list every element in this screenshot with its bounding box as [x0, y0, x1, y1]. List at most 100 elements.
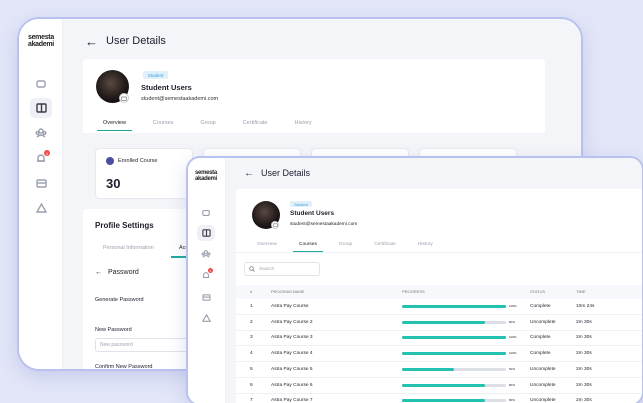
- tab-history[interactable]: History: [294, 120, 311, 126]
- camera-icon[interactable]: [271, 221, 279, 229]
- progress-fill: [402, 352, 506, 356]
- profile-settings-heading: Profile Settings: [95, 221, 154, 230]
- row-status: Complete: [530, 335, 551, 341]
- tab-certificate[interactable]: Certificate: [374, 242, 396, 247]
- progress-bar: [402, 367, 506, 371]
- user-name: Student Users: [141, 83, 192, 92]
- row-index: 2: [250, 319, 253, 325]
- row-index: 7: [250, 398, 253, 403]
- tab-courses[interactable]: Courses: [153, 120, 173, 126]
- page-title: User Details: [261, 168, 311, 178]
- row-program-name: Astra Pay Course 7: [271, 398, 313, 403]
- tab-group[interactable]: Group: [200, 120, 215, 126]
- sidebar: semesta akademi 1: [19, 19, 63, 369]
- sidebar: semesta akademi 1: [188, 158, 226, 403]
- tab-certificate[interactable]: Certificate: [243, 120, 268, 126]
- row-program-name: Astra Pay Course: [271, 304, 309, 309]
- row-progress-label: 50%: [509, 366, 516, 371]
- row-time: 2m 30s: [576, 366, 592, 372]
- back-arrow-icon[interactable]: ←: [85, 34, 98, 49]
- row-time: 2m 30s: [576, 382, 592, 388]
- row-divider: [236, 361, 642, 363]
- tab-overview[interactable]: Overview: [257, 242, 277, 247]
- tab-courses[interactable]: Courses: [293, 242, 323, 252]
- row-progress-label: 80%: [509, 319, 516, 324]
- row-status: Uncomplete: [530, 382, 556, 388]
- nav-bell-icon[interactable]: 1: [32, 149, 50, 167]
- subtab-personal[interactable]: Personal Information: [103, 245, 154, 251]
- front-window: semesta akademi 1 ← User Details Student…: [186, 156, 643, 403]
- progress-fill: [402, 383, 486, 387]
- user-tabs: Overview Courses Group Certificate Histo…: [257, 242, 433, 252]
- page-header: ← User Details: [244, 167, 310, 179]
- role-badge: Student: [290, 201, 312, 207]
- stat-label: Enrolled Course: [118, 158, 158, 164]
- confirm-password-label: Confirm New Password: [95, 364, 153, 370]
- row-time: 10m 24s: [576, 304, 595, 309]
- notification-badge: 1: [44, 150, 50, 156]
- avatar: [252, 201, 280, 229]
- user-card: Student Student Users student@semestaaka…: [83, 59, 545, 133]
- nav-book-icon[interactable]: [30, 98, 52, 118]
- user-card: Student Student Users student@semestaaka…: [236, 189, 642, 403]
- generate-password-label: Generate Password: [95, 297, 144, 303]
- role-badge: Student: [143, 71, 168, 79]
- progress-bar: [402, 352, 506, 356]
- row-status: Complete: [530, 351, 551, 357]
- row-program-name: Astra Pay Course 5: [271, 366, 313, 372]
- nav-hierarchy-icon[interactable]: [32, 199, 50, 217]
- logo: semesta akademi: [28, 34, 54, 48]
- password-back-arrow-icon[interactable]: ←: [95, 269, 102, 276]
- tab-group[interactable]: Group: [339, 242, 352, 247]
- row-status: Uncomplete: [530, 398, 556, 403]
- row-time: 2m 30s: [576, 335, 592, 341]
- row-divider: [236, 376, 642, 378]
- password-heading: ← Password: [95, 269, 139, 276]
- tab-overview[interactable]: Overview: [97, 120, 132, 131]
- course-dot: [106, 157, 114, 165]
- row-index: 3: [250, 335, 253, 341]
- search-input[interactable]: Search: [244, 262, 320, 276]
- tab-history[interactable]: History: [418, 242, 433, 247]
- page-title: User Details: [106, 35, 166, 47]
- nav-book-icon[interactable]: [197, 225, 215, 241]
- user-name: Student Users: [290, 210, 335, 217]
- row-divider: [236, 345, 642, 347]
- progress-fill: [402, 367, 454, 371]
- row-index: 6: [250, 382, 253, 388]
- nav-card-icon[interactable]: [32, 174, 50, 192]
- enrolled-course-card: Enrolled Course 30: [95, 148, 193, 199]
- row-program-name: Astra Pay Course 2: [271, 319, 313, 325]
- camera-icon[interactable]: [119, 93, 129, 103]
- page-header: ← User Details: [85, 34, 166, 49]
- col-header-progress: PROGRESS: [402, 289, 425, 294]
- row-program-name: Astra Pay Course 4: [271, 351, 313, 357]
- col-header-status: STATUS: [530, 289, 546, 294]
- col-header-index: #: [250, 289, 253, 294]
- notification-badge: 1: [208, 268, 213, 273]
- progress-bar: [402, 399, 506, 403]
- row-progress-label: 100%: [509, 351, 517, 356]
- back-arrow-icon[interactable]: ←: [244, 168, 254, 179]
- nav-bell-icon[interactable]: 1: [198, 268, 214, 282]
- user-tabs: Overview Courses Group Certificate Histo…: [97, 120, 312, 131]
- avatar: [96, 70, 129, 103]
- nav-users-icon[interactable]: [32, 124, 50, 142]
- row-progress-label: 80%: [509, 382, 516, 387]
- progress-bar: [402, 383, 506, 387]
- stat-value: 30: [106, 176, 121, 191]
- nav-card-icon[interactable]: [198, 290, 214, 304]
- progress-bar: [402, 320, 506, 324]
- nav-users-icon[interactable]: [198, 247, 214, 261]
- row-progress-label: 100%: [509, 335, 517, 340]
- col-header-program: PROGRAM NAME: [271, 289, 305, 294]
- nav-dashboard-icon[interactable]: [32, 75, 50, 93]
- search-icon: [249, 266, 255, 272]
- nav-dashboard-icon[interactable]: [198, 206, 214, 220]
- progress-fill: [402, 336, 506, 340]
- nav-hierarchy-icon[interactable]: [198, 311, 214, 325]
- logo: semesta akademi: [195, 170, 217, 182]
- row-program-name: Astra Pay Course 6: [271, 382, 313, 388]
- progress-bar: [402, 305, 506, 308]
- row-progress-label: 100%: [509, 304, 517, 308]
